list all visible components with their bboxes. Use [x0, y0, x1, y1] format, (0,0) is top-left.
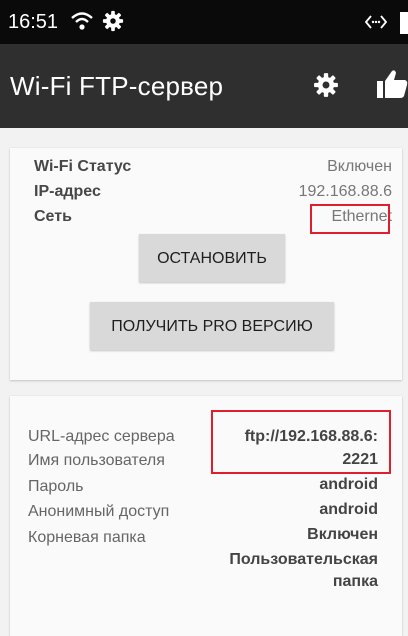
root-folder-value-line2: папка	[332, 573, 378, 590]
server-url-label: URL-адрес сервера	[28, 428, 175, 445]
password-label: Пароль	[28, 478, 84, 495]
username-value: android	[319, 476, 378, 493]
network-label: Сеть	[34, 208, 72, 225]
wifi-icon	[70, 10, 94, 37]
anonymous-access-label: Анонимный доступ	[28, 503, 170, 520]
server-info-card: URL-адрес сервера Имя пользователя Парол…	[10, 396, 402, 636]
root-folder-value-line1: Пользовательская	[229, 551, 378, 568]
wifi-status-value: Включен	[327, 158, 392, 175]
app-bar: Wi-Fi FTP-сервер	[0, 44, 408, 128]
battery-icon	[400, 12, 408, 39]
nfc-icon	[364, 13, 388, 36]
anonymous-access-value: Включен	[307, 526, 378, 543]
get-pro-version-button[interactable]: ПОЛУЧИТЬ PRO ВЕРСИЮ	[90, 302, 334, 350]
status-card: Wi-Fi Статус Включен IP-адрес 192.168.88…	[10, 148, 402, 380]
status-time: 16:51	[8, 11, 59, 33]
password-value: android	[319, 501, 378, 518]
ip-address-label: IP-адрес	[34, 183, 101, 200]
thumbs-up-icon[interactable]	[375, 68, 408, 105]
network-highlight-box	[310, 204, 390, 234]
root-folder-label: Корневая папка	[28, 529, 146, 546]
server-url-highlight-box	[211, 410, 391, 474]
ip-address-value: 192.168.88.6	[298, 183, 392, 200]
app-title: Wi-Fi FTP-сервер	[10, 71, 224, 101]
status-bar: 16:51	[0, 0, 408, 44]
gear-icon	[102, 10, 124, 37]
stop-button[interactable]: ОСТАНОВИТЬ	[139, 234, 285, 282]
username-label: Имя пользователя	[28, 452, 165, 469]
settings-gear-icon[interactable]	[313, 72, 339, 103]
wifi-status-label: Wi-Fi Статус	[34, 158, 132, 175]
